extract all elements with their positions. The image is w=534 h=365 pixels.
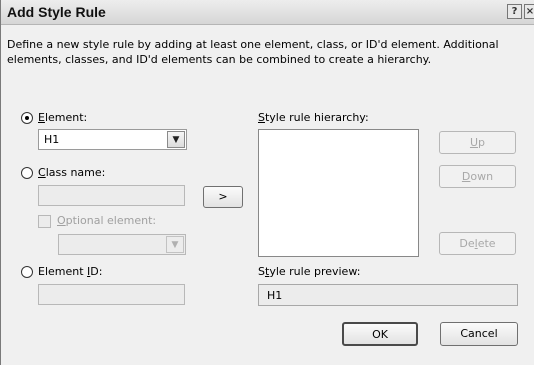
class-name-radio[interactable] [21,167,33,179]
description-text: Define a new style rule by adding at lea… [7,38,499,66]
ok-button[interactable]: OK [342,322,418,346]
class-name-field[interactable] [38,185,185,206]
dialog-title: Add Style Rule [7,4,106,20]
element-radio[interactable] [21,112,33,124]
add-to-hierarchy-button[interactable]: > [203,186,243,208]
optional-element-label: Optional element: [57,214,157,227]
chevron-down-icon[interactable]: ▼ [167,131,185,148]
element-id-label: Element ID: [38,265,103,278]
hierarchy-label: Style rule hierarchy: [258,111,369,124]
chevron-down-icon[interactable]: ▼ [166,236,184,253]
element-id-radio[interactable] [21,266,33,278]
hierarchy-listbox[interactable] [258,129,419,257]
preview-field: H1 [258,284,518,306]
element-id-field[interactable] [38,284,185,305]
help-icon[interactable]: ? [507,4,522,19]
preview-label: Style rule preview: [258,265,361,278]
cancel-button[interactable]: Cancel [440,322,518,346]
element-label: Element: [38,111,88,124]
element-select[interactable]: H1 ▼ [38,129,187,150]
title-bar: Add Style Rule ? × [1,0,534,25]
delete-button[interactable]: Delete [439,232,516,255]
close-icon[interactable]: × [524,4,534,19]
optional-element-select[interactable]: ▼ [58,234,186,255]
add-style-rule-dialog: Add Style Rule ? × Define a new style ru… [0,0,534,365]
optional-element-checkbox[interactable] [38,215,51,228]
element-select-value: H1 [44,133,60,146]
class-name-label: Class name: [38,166,106,179]
preview-value: H1 [267,289,283,302]
down-button[interactable]: Down [439,165,516,188]
up-button[interactable]: Up [439,131,516,154]
